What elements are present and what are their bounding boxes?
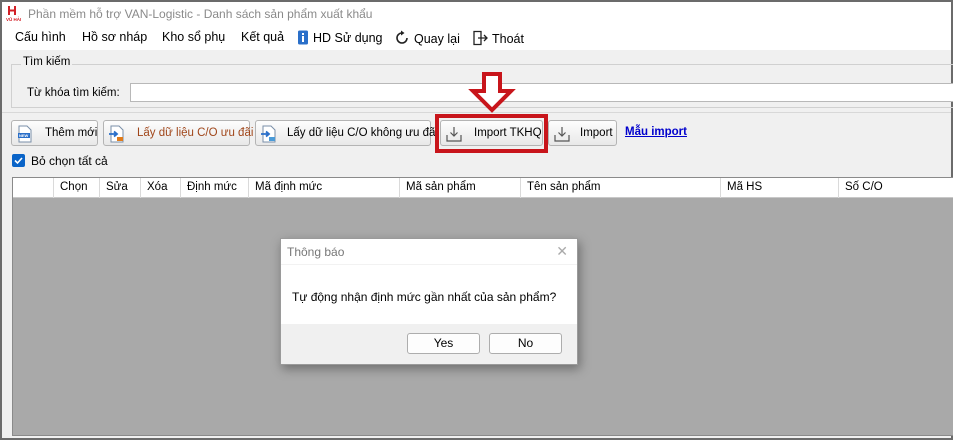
- notification-dialog: Thông báo ✕ Tự động nhận định mức gần nh…: [280, 238, 578, 365]
- yes-button[interactable]: Yes: [407, 333, 480, 354]
- grid-row-header-cell: [13, 178, 53, 198]
- menu-item-back-label: Quay lại: [414, 32, 460, 46]
- column-header-product-name[interactable]: Tên sản phẩm: [520, 178, 720, 198]
- exit-icon: [473, 30, 488, 46]
- keyword-input[interactable]: [130, 83, 953, 102]
- menu-item-exit[interactable]: Thoát: [472, 30, 524, 46]
- search-group-label: Tìm kiếm: [21, 56, 73, 68]
- dialog-footer: Yes No: [281, 324, 577, 364]
- import-button[interactable]: Import: [548, 120, 617, 146]
- dialog-title: Thông báo: [287, 245, 345, 259]
- column-header-hs-code[interactable]: Mã HS: [720, 178, 838, 198]
- get-co-non-preferential-label: Lấy dữ liệu C/O không ưu đãi: [287, 127, 438, 139]
- column-header-norm[interactable]: Định mức: [180, 178, 248, 198]
- title-bar: VŨ HẢI Phần mềm hỗ trợ VAN-Logistic - Da…: [2, 2, 951, 24]
- menu-item-back[interactable]: Quay lại: [394, 30, 460, 46]
- svg-text:NEW: NEW: [19, 133, 29, 138]
- checkbox-checked-icon: [12, 154, 25, 167]
- menu-item-help[interactable]: HD Sử dụng: [297, 30, 383, 45]
- column-header-co-number[interactable]: Số C/O: [838, 178, 953, 198]
- menu-item-drafts[interactable]: Hồ sơ nháp: [82, 30, 147, 44]
- menu-bar: Cấu hình Hồ sơ nháp Kho sổ phụ Kết quả H…: [2, 24, 951, 50]
- info-icon: [298, 30, 308, 45]
- menu-item-results[interactable]: Kết quả: [241, 30, 284, 44]
- new-document-icon: NEW: [18, 125, 32, 143]
- refresh-icon: [396, 30, 408, 44]
- menu-item-settings[interactable]: Cấu hình: [15, 30, 66, 44]
- keyword-label: Từ khóa tìm kiếm:: [27, 87, 120, 99]
- get-co-non-preferential-button[interactable]: Lấy dữ liệu C/O không ưu đãi: [255, 120, 438, 146]
- import-label: Import: [580, 127, 613, 139]
- import-tkhq-highlight: [435, 114, 548, 153]
- get-co-preferential-button[interactable]: Lấy dữ liệu C/O ưu đãi: [103, 120, 254, 146]
- import-data-icon: [109, 125, 124, 143]
- column-header-product-code[interactable]: Mã sản phẩm: [399, 178, 520, 198]
- download-tray-icon: [554, 127, 570, 142]
- add-new-label: Thêm mới: [45, 127, 98, 139]
- app-logo-text: VŨ HẢI: [6, 16, 21, 22]
- import-template-link[interactable]: Mẫu import: [625, 126, 687, 138]
- app-logo-icon: VŨ HẢI: [6, 6, 21, 22]
- menu-item-sub-ledger[interactable]: Kho sổ phụ: [162, 30, 225, 44]
- add-new-button[interactable]: NEW Thêm mới: [11, 120, 98, 146]
- select-all-label: Bỏ chọn tất cả: [31, 154, 108, 168]
- dialog-message: Tự động nhận định mức gần nhất của sản p…: [292, 290, 557, 304]
- window-title: Phần mềm hỗ trợ VAN-Logistic - Danh sách…: [28, 7, 373, 21]
- column-header-edit[interactable]: Sửa: [99, 178, 140, 198]
- menu-item-exit-label: Thoát: [492, 32, 524, 46]
- grid-header: Chọn Sửa Xóa Định mức Mã định mức Mã sản…: [13, 178, 953, 198]
- menu-item-help-label: HD Sử dụng: [313, 31, 383, 45]
- no-button[interactable]: No: [489, 333, 562, 354]
- import-data-icon: [261, 125, 276, 143]
- column-header-select[interactable]: Chọn: [53, 178, 99, 198]
- down-arrow-icon: [468, 72, 516, 113]
- column-header-norm-code[interactable]: Mã định mức: [248, 178, 399, 198]
- column-header-delete[interactable]: Xóa: [140, 178, 180, 198]
- get-co-preferential-label: Lấy dữ liệu C/O ưu đãi: [137, 127, 254, 139]
- dialog-body: Tự động nhận định mức gần nhất của sản p…: [281, 264, 577, 324]
- close-icon[interactable]: ✕: [556, 243, 568, 260]
